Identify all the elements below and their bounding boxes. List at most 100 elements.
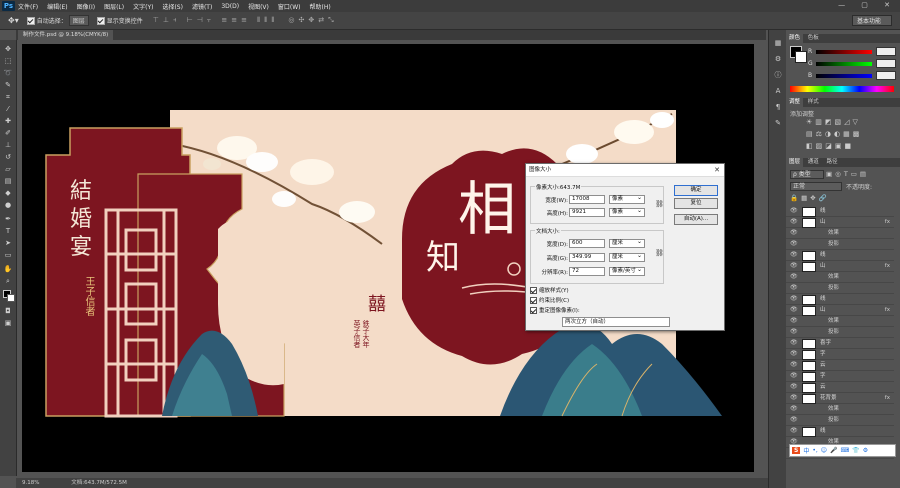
- layer-row[interactable]: 👁 云: [786, 382, 894, 393]
- history-brush-icon[interactable]: ↺: [3, 152, 13, 162]
- shape-tool-icon[interactable]: ▭: [3, 250, 13, 260]
- visibility-eye-icon[interactable]: 👁: [790, 426, 798, 436]
- paragraph-panel-icon[interactable]: ¶: [773, 102, 783, 112]
- height-input[interactable]: 9921: [569, 208, 605, 217]
- visibility-eye-icon[interactable]: 👁: [790, 217, 798, 227]
- layer-fx-icon[interactable]: fx: [885, 261, 890, 271]
- brush-tool-icon[interactable]: ✐: [3, 128, 13, 138]
- ime-emoji-icon[interactable]: ☺: [821, 447, 827, 454]
- close-icon[interactable]: ✕: [714, 164, 720, 176]
- layer-effect-row[interactable]: 👁 效果: [786, 404, 894, 415]
- eraser-tool-icon[interactable]: ▱: [3, 164, 13, 174]
- visibility-eye-icon[interactable]: 👁: [790, 371, 798, 381]
- tab-channels[interactable]: 通道: [805, 158, 822, 167]
- visibility-eye-icon[interactable]: 👁: [790, 305, 798, 315]
- visibility-eye-icon[interactable]: 👁: [790, 415, 798, 425]
- visibility-eye-icon[interactable]: 👁: [790, 250, 798, 260]
- layer-effect-row[interactable]: 👁 效果: [786, 228, 894, 239]
- visibility-eye-icon[interactable]: 👁: [790, 316, 798, 326]
- layer-effect-row[interactable]: 👁 效果: [786, 272, 894, 283]
- marquee-tool-icon[interactable]: ⬚: [3, 56, 13, 66]
- visibility-eye-icon[interactable]: 👁: [790, 404, 798, 414]
- blur-tool-icon[interactable]: ◆: [3, 188, 13, 198]
- color-spectrum-bar[interactable]: [790, 86, 894, 92]
- layer-row[interactable]: 👁 线: [786, 206, 894, 217]
- menu-file[interactable]: 文件(F): [18, 2, 38, 11]
- show-transform-checkbox[interactable]: 显示变换控件: [96, 16, 143, 25]
- menu-view[interactable]: 视图(V): [248, 2, 269, 11]
- visibility-eye-icon[interactable]: 👁: [790, 294, 798, 304]
- layer-row[interactable]: 👁 花背景 fx: [786, 393, 894, 404]
- layer-row[interactable]: 👁 线: [786, 250, 894, 261]
- layer-effect-row[interactable]: 👁 效果: [786, 316, 894, 327]
- layer-row[interactable]: 👁 线: [786, 426, 894, 437]
- resample-checkbox[interactable]: 重定图像像素(I):: [530, 306, 580, 314]
- path-select-tool-icon[interactable]: ➤: [3, 238, 13, 248]
- r-slider[interactable]: [816, 50, 872, 54]
- layer-fx-icon[interactable]: fx: [885, 305, 890, 315]
- workspace-dropdown[interactable]: 基本功能: [851, 15, 892, 26]
- menu-select[interactable]: 选择(S): [162, 2, 183, 11]
- layer-kind-filter[interactable]: ρ 类型: [790, 170, 824, 179]
- g-slider[interactable]: [816, 62, 872, 66]
- menu-layer[interactable]: 图层(L): [104, 2, 124, 11]
- layer-row[interactable]: 👁 山 fx: [786, 305, 894, 316]
- ime-voice-icon[interactable]: 🎤: [830, 447, 837, 454]
- width-input[interactable]: 17008: [569, 195, 605, 204]
- ime-keyboard-icon[interactable]: ⌨: [841, 447, 850, 454]
- zoom-tool-icon[interactable]: ⌕: [3, 276, 13, 286]
- ime-mode-label[interactable]: 中: [803, 446, 809, 455]
- doc-height-input[interactable]: 349.99: [569, 253, 605, 262]
- r-value-input[interactable]: [876, 47, 896, 56]
- tab-styles[interactable]: 样式: [805, 98, 822, 107]
- visibility-eye-icon[interactable]: 👁: [790, 228, 798, 238]
- healing-brush-icon[interactable]: ✚: [3, 116, 13, 126]
- gradient-tool-icon[interactable]: ▤: [3, 176, 13, 186]
- width-unit-select[interactable]: 像素: [609, 194, 645, 204]
- crop-tool-icon[interactable]: ⌗: [3, 92, 13, 102]
- b-value-input[interactable]: [876, 71, 896, 80]
- move-tool-icon[interactable]: ✥▾: [8, 16, 19, 25]
- tab-adjustments[interactable]: 调整: [786, 98, 804, 107]
- quick-select-tool-icon[interactable]: ✎: [3, 80, 13, 90]
- adjustment-icons-row-1[interactable]: ☀▥◩▧◿▽: [806, 118, 861, 126]
- 3d-mode-buttons[interactable]: ◎✣✥⇄⤡: [288, 16, 337, 25]
- layer-row[interactable]: 👁 喜字: [786, 338, 894, 349]
- color-swatches-icon[interactable]: [3, 290, 15, 302]
- menu-window[interactable]: 窗口(W): [278, 2, 301, 11]
- auto-select-dropdown[interactable]: 图层: [68, 15, 89, 26]
- layer-fx-icon[interactable]: fx: [885, 393, 890, 403]
- b-slider[interactable]: [816, 74, 872, 78]
- auto-select-checkbox[interactable]: 自动选择： 图层: [26, 15, 89, 26]
- layer-row[interactable]: 👁 字: [786, 371, 894, 382]
- adjustment-icons-row-2[interactable]: ▤⚖◑◐▦▩: [806, 130, 862, 138]
- ime-skin-icon[interactable]: 👕: [852, 447, 859, 454]
- menu-edit[interactable]: 编辑(E): [47, 2, 67, 11]
- history-panel-icon[interactable]: ▦: [773, 38, 783, 48]
- dodge-tool-icon[interactable]: ●: [3, 200, 13, 210]
- layer-effect-row[interactable]: 👁 投影: [786, 239, 894, 250]
- layer-row[interactable]: 👁 字: [786, 349, 894, 360]
- visibility-eye-icon[interactable]: 👁: [790, 349, 798, 359]
- constrain-proportions-checkbox[interactable]: 约束比例(C): [530, 296, 569, 304]
- ime-settings-icon[interactable]: ⚙: [863, 447, 868, 454]
- menu-image[interactable]: 图像(I): [77, 2, 95, 11]
- visibility-eye-icon[interactable]: 👁: [790, 261, 798, 271]
- ok-button[interactable]: 确定: [674, 185, 718, 196]
- blend-mode-select[interactable]: 正常: [790, 182, 842, 191]
- eyedropper-tool-icon[interactable]: ⁄: [3, 104, 13, 114]
- tab-color[interactable]: 颜色: [786, 34, 804, 43]
- scale-styles-checkbox[interactable]: 缩放样式(Y): [530, 286, 569, 294]
- type-tool-icon[interactable]: T: [3, 226, 13, 236]
- visibility-eye-icon[interactable]: 👁: [790, 360, 798, 370]
- move-tool-icon[interactable]: ✥: [3, 44, 13, 54]
- menu-3d[interactable]: 3D(D): [221, 3, 239, 10]
- visibility-eye-icon[interactable]: 👁: [790, 393, 798, 403]
- visibility-eye-icon[interactable]: 👁: [790, 327, 798, 337]
- menu-filter[interactable]: 滤镜(T): [192, 2, 212, 11]
- g-value-input[interactable]: [876, 59, 896, 68]
- resolution-input[interactable]: 72: [569, 267, 605, 276]
- layer-row[interactable]: 👁 云: [786, 360, 894, 371]
- document-tab[interactable]: 制作文件.psd @ 9.18%(CMYK/8): [18, 30, 114, 40]
- character-panel-icon[interactable]: A: [773, 86, 783, 96]
